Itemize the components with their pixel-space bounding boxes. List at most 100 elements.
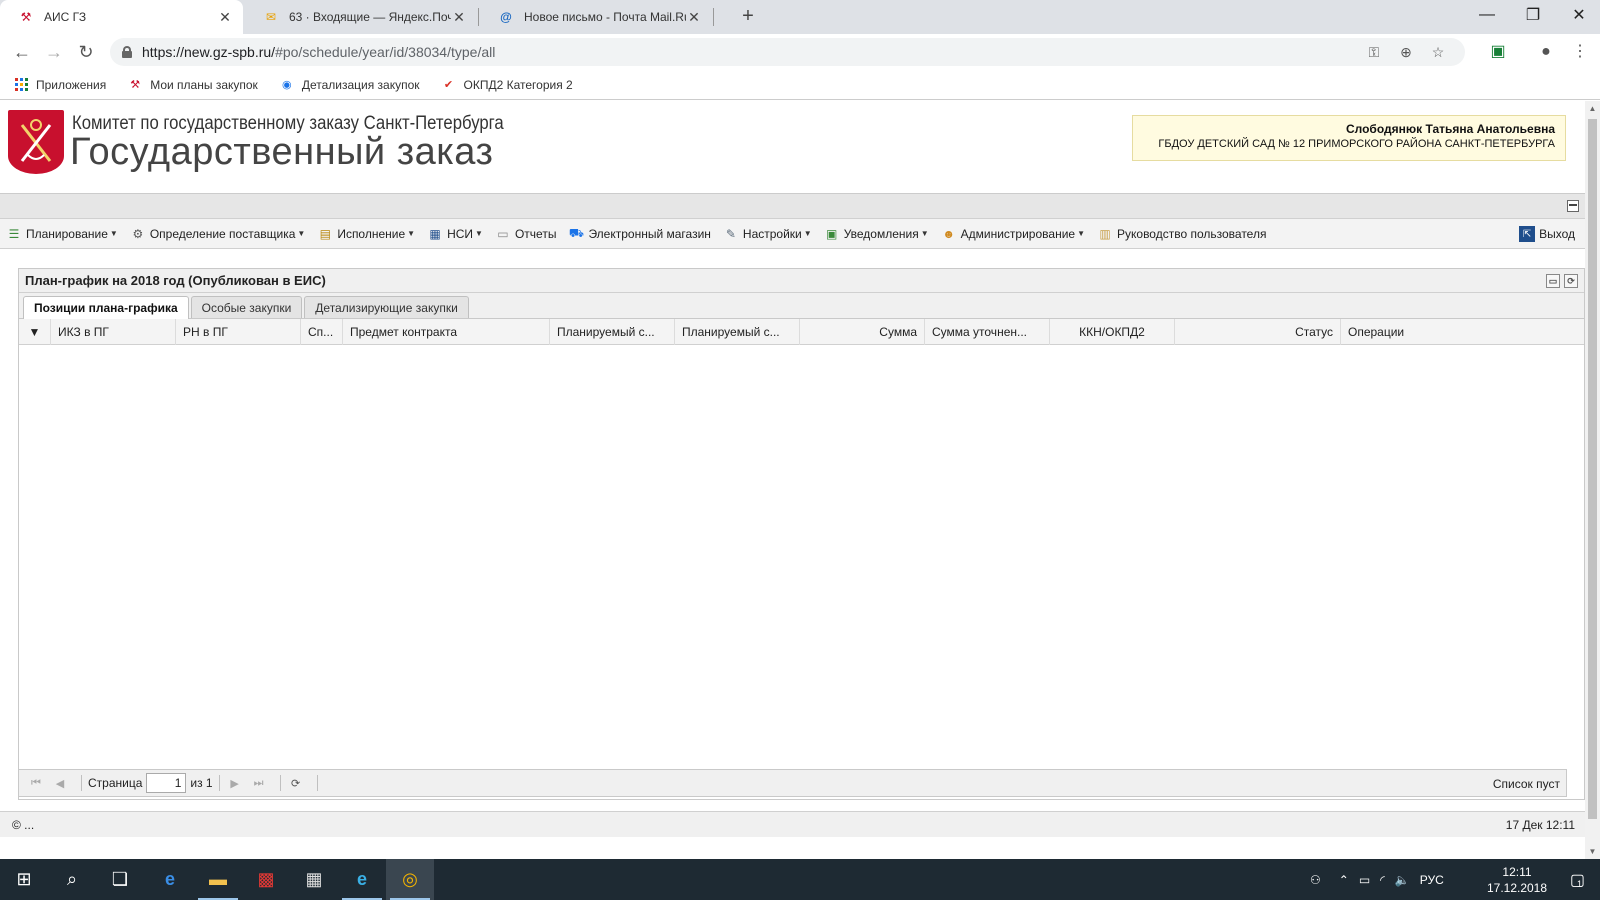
search-icon[interactable]: ⌕ [48,859,96,900]
gift-app-icon[interactable]: ▩ [242,859,290,900]
action-center-icon[interactable]: ▢ 1 [1552,859,1600,900]
column-header[interactable]: Предмет контракта [343,318,550,345]
menu-planning[interactable]: ☰ Планирование ▼ [6,226,118,242]
reload-icon[interactable]: ↻ [74,41,98,63]
wrench-icon: ✎ [725,226,736,241]
column-header[interactable]: Сп... [301,318,343,345]
volume-icon[interactable]: 🔈 [1395,873,1410,887]
menu-nsi[interactable]: ▦ НСИ ▼ [427,226,483,242]
zoom-icon[interactable]: ⊕ [1397,43,1415,61]
bookmark-my-plans[interactable]: ⚒ Мои планы закупок [128,78,258,92]
taskbar-clock[interactable]: 12:11 17.12.2018 [1482,864,1552,896]
task-view-icon[interactable]: ❏ [96,859,144,900]
collapse-header-button[interactable] [1567,200,1579,212]
scroll-up-icon[interactable]: ▲ [1585,101,1600,116]
key-icon[interactable]: ⚿ [1365,43,1383,61]
menu-label: Определение поставщика [149,226,296,241]
first-page-icon[interactable]: ⏮ [27,777,45,790]
caret-down-icon: ▼ [920,229,929,238]
column-header[interactable]: Сумма [800,318,925,345]
system-tray: ⚇ ⌃ ▭ ◜ 🔈 РУС [1310,859,1444,900]
column-header[interactable]: Статус [1175,318,1341,345]
minimize-icon[interactable]: — [1464,0,1510,30]
collapse-panel-icon[interactable]: ▭ [1546,274,1560,288]
bookmarks-bar: Приложения ⚒ Мои планы закупок ◉ Детализ… [0,70,1600,100]
language-indicator[interactable]: РУС [1420,873,1444,887]
column-header[interactable]: Операции [1341,319,1566,345]
scroll-down-icon[interactable]: ▼ [1585,844,1600,859]
logout-button[interactable]: ⇱ Выход [1519,226,1575,242]
wifi-icon[interactable]: ◜ [1380,873,1385,887]
windows-start-icon[interactable]: ⊞ [0,859,48,900]
battery-icon[interactable]: ▭ [1359,873,1370,887]
column-header[interactable]: ИКЗ в ПГ [51,318,176,345]
tab-special-purchases[interactable]: Особые закупки [190,296,303,318]
window-close-icon[interactable]: ✕ [1556,0,1600,30]
tab-detail-purchases[interactable]: Детализирующие закупки [304,296,469,318]
hammer-icon: ⚒ [20,10,32,24]
caret-down-icon: ▼ [1077,229,1085,238]
refresh-panel-icon[interactable]: ⟳ [1564,274,1578,288]
prev-page-icon[interactable]: ◀ [51,777,69,790]
menu-notifications[interactable]: ▣ Уведомления ▼ [824,226,929,242]
people-icon[interactable]: ⚇ [1310,873,1321,887]
more-menu-icon[interactable]: ⋮ [1570,42,1590,62]
close-icon[interactable]: ✕ [451,9,467,26]
execution-icon: ▤ [319,226,331,241]
back-arrow-icon[interactable]: ← [10,41,34,63]
browser-tab-mailru[interactable]: @ Новое письмо - Почта Mail.Ru ✕ [480,0,712,34]
crossed-anchors-icon [20,119,52,162]
account-icon[interactable]: ● [1536,42,1556,62]
tab-separator [478,8,479,26]
forward-arrow-icon[interactable]: → [42,41,66,63]
menu-label: Настройки [742,226,802,241]
menu-execution[interactable]: ▤ Исполнение ▼ [317,226,415,242]
new-tab-icon[interactable]: + [737,6,759,26]
menu-reports[interactable]: ▭ Отчеты [495,226,556,242]
column-header[interactable]: Сумма уточнен... [925,318,1050,345]
column-header[interactable]: РН в ПГ [176,318,301,345]
last-page-icon[interactable]: ⏭ [250,777,268,790]
edge-icon[interactable]: e [146,859,194,900]
page-scrollbar[interactable]: ▲ ▼ [1585,101,1600,859]
bookmark-okpd2[interactable]: ✔ ОКПД2 Категория 2 [442,78,573,92]
pager-separator [279,775,281,791]
browser-tab-ais-gz[interactable]: ⚒ АИС ГЗ ✕ [0,0,243,34]
refresh-icon[interactable]: ⟳ [287,777,305,790]
scrollbar-thumb[interactable] [1588,119,1597,819]
file-explorer-icon[interactable]: ▬ [194,859,242,900]
chevron-up-icon[interactable]: ⌃ [1339,873,1349,887]
tab-title: АИС ГЗ [44,10,87,24]
column-header[interactable]: Планируемый с... [675,318,800,345]
star-icon[interactable]: ☆ [1429,43,1447,61]
menu-user-guide[interactable]: ▥ Руководство пользователя [1097,226,1266,242]
url-host: https://new.gz-spb.ru/ [142,44,276,60]
close-icon[interactable]: ✕ [686,9,702,26]
menu-settings[interactable]: ✎ Настройки ▼ [723,226,812,242]
pager-separator [218,775,220,791]
menu-supplier[interactable]: ⚙ Определение поставщика ▼ [130,226,305,242]
next-page-icon[interactable]: ▶ [226,777,244,790]
restore-icon[interactable]: ❐ [1510,0,1556,30]
empty-list-text: Список пуст [1492,777,1560,791]
chrome-icon[interactable]: ◎ [386,859,434,900]
menu-administration[interactable]: ☻ Администрирование ▼ [941,226,1085,242]
page-number-input[interactable]: 1 [146,773,187,793]
bookmark-detail[interactable]: ◉ Детализация закупок [280,78,420,92]
menu-eshop[interactable]: ⛟ Электронный магазин [568,226,711,242]
menu-label: Администрирование [960,226,1076,241]
bookmark-apps[interactable]: Приложения [14,78,106,92]
browser-tab-yandex-mail[interactable]: ✉ 63 · Входящие — Яндекс.Почта ✕ [245,0,477,34]
internet-explorer-icon[interactable]: e [338,859,386,900]
close-icon[interactable]: ✕ [217,9,233,26]
store-icon[interactable]: ▦ [290,859,338,900]
address-bar[interactable]: https://new.gz-spb.ru/#po/schedule/year/… [110,38,1465,66]
tab-schedule-positions[interactable]: Позиции плана-графика [23,296,189,319]
guide-book-icon: ▥ [1099,226,1111,241]
extension-icon[interactable]: ▣ [1488,42,1508,62]
column-header[interactable]: Планируемый с... [550,318,675,345]
at-sign-icon: @ [500,10,512,24]
brand-title: Государственный заказ [70,131,494,173]
column-header[interactable]: ККН/ОКПД2 [1050,318,1175,345]
filter-icon[interactable]: ▼ [19,318,51,345]
